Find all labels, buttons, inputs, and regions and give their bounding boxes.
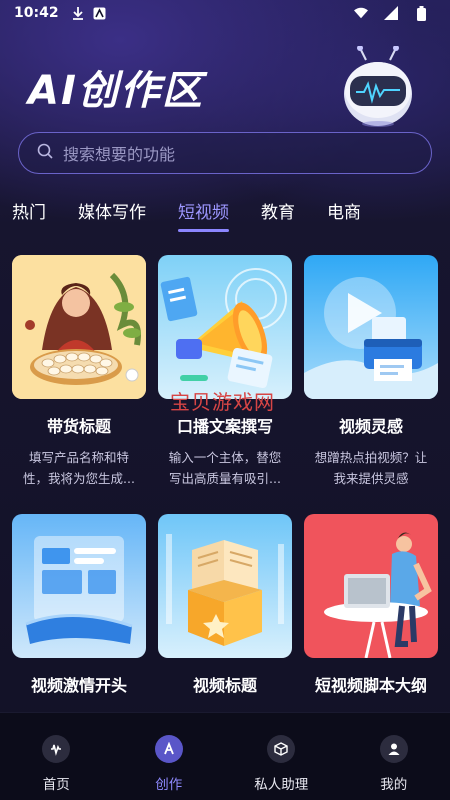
nav-label: 创作	[155, 777, 183, 793]
download-icon	[71, 6, 85, 20]
app-notification-icon	[93, 6, 107, 20]
create-icon	[154, 735, 183, 763]
card-thumbnail	[158, 255, 292, 399]
assistant-icon	[267, 735, 296, 763]
card-title: 视频灵感	[338, 417, 403, 436]
home-icon	[42, 735, 71, 763]
card-thumbnail	[12, 255, 146, 399]
card-title: 视频激情开头	[30, 676, 127, 695]
card-description: 输入一个主体，替您写出高质量有吸引...	[168, 450, 282, 486]
tab-media-writing[interactable]: 媒体写作	[78, 198, 146, 223]
card-video-inspiration[interactable]: 视频灵感 想蹭热点拍视频？让我来提供灵感	[304, 255, 438, 489]
category-tabs: 热门 媒体写作 短视频 教育 电商	[0, 198, 450, 242]
card-title: 短视频脚本大纲	[314, 676, 427, 695]
card-thumbnail	[304, 514, 438, 658]
card-video-title[interactable]: 视频标题	[158, 514, 292, 696]
card-title: 带货标题	[46, 417, 111, 436]
nav-label: 私人助理	[254, 777, 309, 793]
nav-item-create[interactable]: 创作	[113, 713, 226, 800]
card-title: 视频标题	[192, 676, 257, 695]
profile-icon	[379, 735, 408, 763]
search-bar[interactable]: 搜索想要的功能	[18, 132, 432, 174]
card-product-title[interactable]: 带货标题 填写产品名称和特性，我将为您生成...	[12, 255, 146, 489]
status-time: 10:42	[14, 5, 59, 21]
nav-label: 我的	[380, 777, 408, 793]
nav-label: 首页	[42, 777, 70, 793]
battery-icon	[414, 5, 428, 21]
tab-short-video[interactable]: 短视频	[178, 198, 229, 232]
card-thumbnail	[12, 514, 146, 658]
page-title: AI创作区	[28, 68, 204, 114]
bottom-navigation: 首页 创作 私人助理 我的	[0, 712, 450, 800]
nav-item-profile[interactable]: 我的	[338, 713, 450, 800]
card-thumbnail	[304, 255, 438, 399]
card-short-video-script[interactable]: 短视频脚本大纲	[304, 514, 438, 696]
watermark-text: 宝贝游戏网	[170, 390, 275, 414]
tab-ecommerce[interactable]: 电商	[327, 198, 361, 223]
signal-icon	[384, 6, 398, 20]
hero-header: AI创作区	[0, 40, 450, 130]
card-description: 填写产品名称和特性，我将为您生成...	[23, 450, 135, 486]
card-video-hook[interactable]: 视频激情开头	[12, 514, 146, 696]
robot-mascot-icon	[340, 45, 416, 128]
tab-hot[interactable]: 热门	[12, 198, 46, 223]
status-bar: 10:42	[0, 0, 450, 26]
card-voiceover-script[interactable]: 口播文案撰写 输入一个主体，替您写出高质量有吸引...	[158, 255, 292, 489]
nav-item-assistant[interactable]: 私人助理	[225, 713, 338, 800]
card-title: 口播文案撰写	[176, 417, 273, 436]
nav-item-home[interactable]: 首页	[0, 713, 113, 800]
card-thumbnail	[158, 514, 292, 658]
wifi-icon	[354, 6, 368, 20]
search-input[interactable]: 搜索想要的功能	[63, 141, 175, 165]
search-icon	[37, 143, 53, 163]
card-description: 想蹭热点拍视频？让我来提供灵感	[314, 450, 428, 486]
tab-education[interactable]: 教育	[261, 198, 295, 223]
